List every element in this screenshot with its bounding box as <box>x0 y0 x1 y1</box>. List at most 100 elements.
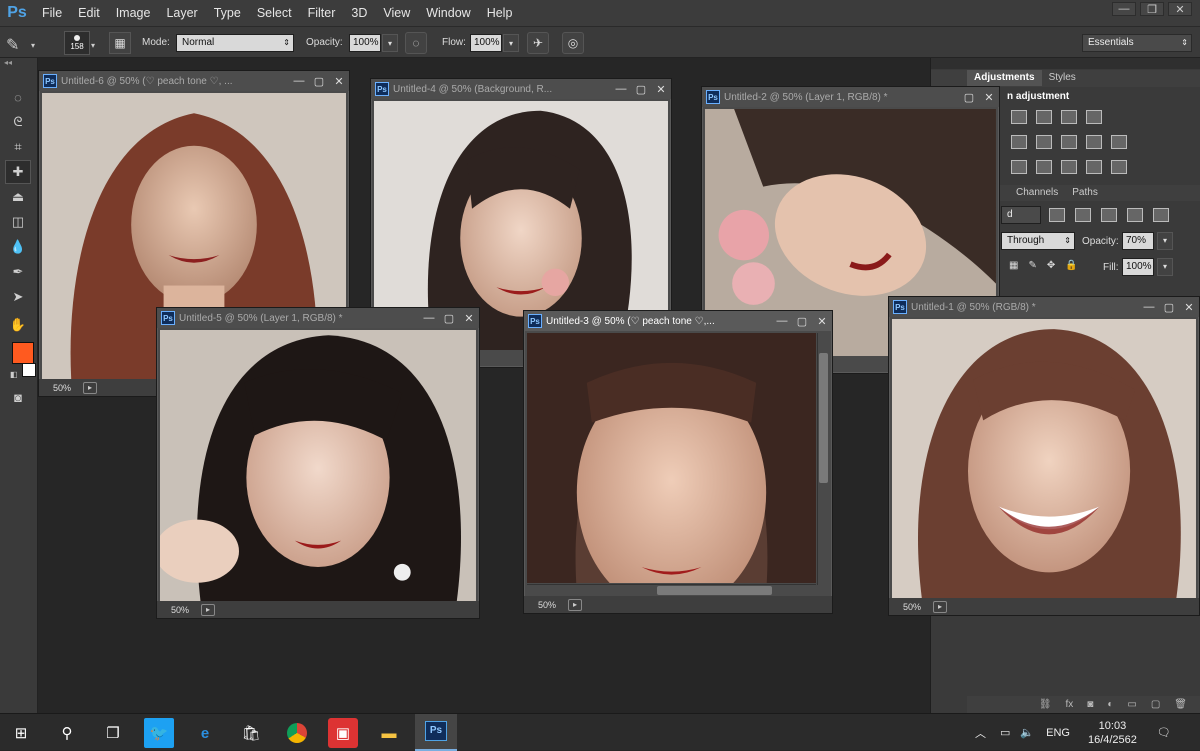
notifications-icon[interactable]: 🗨 <box>1157 726 1171 739</box>
doc-close-icon[interactable]: ✕ <box>651 83 671 96</box>
document-titlebar[interactable]: Ps Untitled-5 @ 50% (Layer 1, RGB/8) * —… <box>157 308 479 328</box>
stamp-tool-icon[interactable]: ⏏ <box>5 185 31 209</box>
tab-paths[interactable]: Paths <box>1065 185 1105 201</box>
store-icon[interactable]: 🛍 <box>236 718 266 748</box>
trash-icon[interactable]: 🗑 <box>1174 699 1187 710</box>
add-mask-icon[interactable]: ◙ <box>1087 699 1093 710</box>
curves-icon[interactable] <box>1061 110 1077 124</box>
twitter-icon[interactable]: 🐦 <box>144 718 174 748</box>
blend-mode-select[interactable]: Through ⇕ <box>1001 232 1075 250</box>
flow-dropdown-icon[interactable]: ▾ <box>503 34 519 52</box>
new-adjustment-icon[interactable]: ◐ <box>1107 699 1113 710</box>
link-layers-icon[interactable]: ⛓ <box>1039 699 1052 710</box>
invert-icon[interactable] <box>1011 160 1027 174</box>
lasso-tool-icon[interactable]: ᘓ <box>5 110 31 134</box>
threshold-icon[interactable] <box>1061 160 1077 174</box>
healing-brush-tool-icon[interactable]: ✚ <box>5 160 31 184</box>
pressure-size-icon[interactable]: ◎ <box>562 32 584 54</box>
brightness-icon[interactable] <box>1011 110 1027 124</box>
lock-transparent-icon[interactable]: ▦ <box>1009 260 1018 271</box>
lock-all-icon[interactable]: 🔒 <box>1065 260 1077 271</box>
default-colors-icon[interactable]: ◧ <box>10 370 18 379</box>
volume-icon[interactable]: 🔈 <box>1020 726 1034 739</box>
scroll-thumb[interactable] <box>819 353 828 483</box>
language-indicator[interactable]: ENG <box>1046 727 1070 739</box>
navigator-icon[interactable]: ▸ <box>83 381 97 394</box>
lock-position-icon[interactable]: ✥ <box>1047 260 1055 271</box>
task-view-icon[interactable]: ❐ <box>98 718 128 748</box>
shape-filter-icon[interactable] <box>1127 208 1143 222</box>
doc-maximize-icon[interactable]: ▢ <box>792 315 812 328</box>
document-canvas[interactable] <box>160 330 476 601</box>
battery-icon[interactable]: ▭ <box>1000 726 1010 739</box>
channel-mixer-icon[interactable] <box>1111 135 1127 149</box>
clock[interactable]: 10:03 16/4/2562 <box>1088 719 1137 747</box>
doc-maximize-icon[interactable]: ▢ <box>309 75 329 88</box>
tab-channels[interactable]: Channels <box>1009 185 1065 201</box>
menu-help[interactable]: Help <box>479 0 521 26</box>
layer-opacity-field[interactable]: 70% <box>1122 232 1154 250</box>
selective-color-icon[interactable] <box>1111 160 1127 174</box>
smart-object-filter-icon[interactable] <box>1153 208 1169 222</box>
document-titlebar[interactable]: Ps Untitled-2 @ 50% (Layer 1, RGB/8) * ▢… <box>702 87 999 107</box>
color-balance-icon[interactable] <box>1061 135 1077 149</box>
quick-mask-icon[interactable]: ◙ <box>5 385 31 409</box>
menu-edit[interactable]: Edit <box>70 0 108 26</box>
menu-3d[interactable]: 3D <box>343 0 375 26</box>
adjustment-filter-icon[interactable] <box>1075 208 1091 222</box>
edge-icon[interactable]: e <box>190 718 220 748</box>
hand-tool-icon[interactable]: ✋ <box>5 313 31 337</box>
airbrush-icon[interactable]: ✈ <box>527 32 549 54</box>
background-color-swatch[interactable] <box>22 363 36 377</box>
doc-maximize-icon[interactable]: ▢ <box>631 83 651 96</box>
chrome-icon[interactable] <box>282 718 312 748</box>
navigator-icon[interactable]: ▸ <box>201 603 215 616</box>
zoom-level[interactable]: 50% <box>524 600 568 610</box>
exposure-icon[interactable] <box>1086 110 1102 124</box>
windows-start-icon[interactable]: ⊞ <box>6 718 36 748</box>
doc-maximize-icon[interactable]: ▢ <box>1159 301 1179 314</box>
marquee-tool-icon[interactable]: ◌ <box>5 85 31 109</box>
file-explorer-icon[interactable]: ▬ <box>374 718 404 748</box>
pressure-opacity-icon[interactable]: ◌ <box>405 32 427 54</box>
doc-close-icon[interactable]: ✕ <box>1179 301 1199 314</box>
document-titlebar[interactable]: Ps Untitled-4 @ 50% (Background, R... — ▢… <box>371 79 671 99</box>
menu-image[interactable]: Image <box>108 0 159 26</box>
horizontal-scrollbar[interactable] <box>527 584 816 596</box>
menu-layer[interactable]: Layer <box>158 0 205 26</box>
navigator-icon[interactable]: ▸ <box>933 600 947 613</box>
brush-panel-toggle-icon[interactable]: ▦ <box>109 32 131 54</box>
brush-picker-arrow-icon[interactable]: ▾ <box>91 41 95 50</box>
vertical-scrollbar[interactable] <box>817 333 829 585</box>
doc-close-icon[interactable]: ✕ <box>979 91 999 104</box>
fx-icon[interactable]: fx <box>1066 699 1074 710</box>
blur-tool-icon[interactable]: 💧 <box>5 235 31 259</box>
flow-field[interactable]: 100% <box>470 34 502 52</box>
doc-maximize-icon[interactable]: ▢ <box>959 91 979 104</box>
doc-minimize-icon[interactable]: — <box>611 83 631 95</box>
document-window-untitled-3[interactable]: Ps Untitled-3 @ 50% (♡ peach tone ♡,... … <box>523 310 833 614</box>
menu-filter[interactable]: Filter <box>300 0 344 26</box>
doc-minimize-icon[interactable]: — <box>419 312 439 324</box>
document-canvas[interactable] <box>527 333 816 583</box>
document-titlebar[interactable]: Ps Untitled-1 @ 50% (RGB/8) * — ▢ ✕ <box>889 297 1199 317</box>
photoshop-taskbar-button[interactable]: Ps <box>415 714 457 751</box>
book-app-icon[interactable]: ▣ <box>328 718 358 748</box>
tab-adjustments[interactable]: Adjustments <box>967 70 1042 86</box>
doc-minimize-icon[interactable]: — <box>1139 301 1159 313</box>
layer-opacity-dropdown-icon[interactable]: ▾ <box>1157 232 1173 250</box>
lock-pixels-icon[interactable]: ✎ <box>1028 260 1036 271</box>
navigator-icon[interactable]: ▸ <box>568 598 582 611</box>
doc-minimize-icon[interactable]: — <box>772 315 792 327</box>
new-layer-icon[interactable]: ▢ <box>1151 699 1160 710</box>
crop-tool-icon[interactable]: ⌗ <box>5 135 31 159</box>
minimize-button[interactable]: — <box>1112 2 1136 16</box>
collapse-icon[interactable]: ◂◂ <box>4 58 12 67</box>
opacity-field[interactable]: 100% <box>349 34 381 52</box>
scroll-thumb[interactable] <box>657 586 772 595</box>
zoom-level[interactable]: 50% <box>157 605 201 615</box>
mode-select[interactable]: Normal ⇕ <box>176 34 294 52</box>
search-icon[interactable]: ⚲ <box>52 718 82 748</box>
posterize-icon[interactable] <box>1036 160 1052 174</box>
fill-field[interactable]: 100% <box>1122 258 1154 276</box>
